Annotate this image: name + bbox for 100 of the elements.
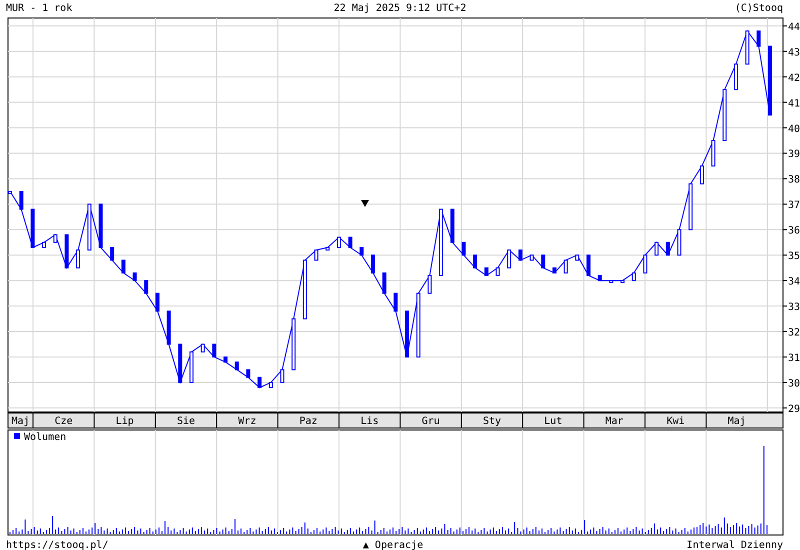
axis-tick-label: 29: [788, 404, 800, 415]
price-candle: [121, 260, 126, 274]
price-candle: [314, 250, 318, 261]
price-candle: [302, 260, 307, 320]
source-url[interactable]: https://stooq.pl/: [6, 540, 108, 550]
axis-tick-label: 38: [788, 174, 800, 186]
price-candle: [30, 208, 35, 248]
price-candle: [756, 30, 761, 47]
axis-tick-label: Cze: [54, 416, 73, 427]
axis-tick-label: 35: [788, 251, 800, 262]
timestamp: 22 Maj 2025 9:12 UTC+2: [334, 3, 466, 14]
price-candle: [178, 344, 182, 383]
axis-tick-label: Sty: [482, 416, 502, 427]
axis-tick-label: Sie: [176, 416, 196, 427]
price-candle: [450, 208, 454, 243]
price-candle: [666, 242, 670, 256]
price-candle: [518, 250, 522, 261]
price-candle: [734, 64, 738, 90]
axis-tick-label: Maj: [11, 416, 30, 427]
price-candle: [200, 344, 205, 352]
price-candle: [370, 254, 375, 274]
price-candle: [234, 362, 239, 370]
price-candle: [258, 376, 262, 388]
interval-label: Interwal Dzienny: [686, 540, 783, 550]
axis-tick-label: Wrz: [238, 416, 256, 427]
price-candle: [336, 236, 341, 248]
axis-tick-label: Mar: [605, 416, 624, 427]
price-candle: [609, 280, 614, 284]
axis-tick-label: 44: [788, 22, 800, 33]
price-candle: [326, 246, 330, 251]
price-candle: [246, 369, 250, 378]
axis-tick-label: 34: [788, 276, 800, 288]
axis-tick-label: Lip: [116, 416, 134, 427]
price-candle: [19, 190, 24, 210]
axis-tick-label: Lis: [360, 416, 379, 427]
axis-tick-label: 39: [788, 149, 800, 160]
price-candle: [552, 267, 556, 274]
price-candle: [745, 30, 750, 65]
axis-tick-label: Kwi: [666, 416, 685, 427]
price-candle: [654, 242, 659, 256]
price-candle: [280, 369, 284, 383]
price-candle: [405, 310, 410, 358]
price-candle: [416, 292, 420, 358]
price-candle: [348, 236, 352, 248]
axis-tick-label: 41: [788, 98, 800, 110]
price-candle: [768, 46, 772, 116]
price-candle: [439, 208, 444, 276]
operations-link[interactable]: ▲ Operacje: [362, 540, 424, 550]
axis-tick-label: 33: [788, 302, 800, 314]
axis-tick-label: 43: [788, 47, 800, 58]
price-candle: [87, 204, 92, 251]
price-candle: [677, 229, 682, 256]
price-candle: [8, 190, 12, 194]
price-candle: [224, 356, 228, 363]
price-candle: [541, 254, 546, 268]
price-candle: [42, 242, 46, 248]
price-candle: [643, 254, 648, 274]
axis-tick-label: 40: [788, 124, 800, 135]
copyright: (C)Stooq: [734, 3, 783, 14]
axis-tick-label: Gru: [422, 416, 440, 427]
axis-tick-label: Lut: [544, 416, 562, 427]
price-candle: [394, 292, 398, 312]
price-candle: [484, 267, 488, 276]
price-candle: [688, 183, 693, 230]
price-candle: [382, 272, 386, 294]
price-candle: [64, 234, 69, 268]
axis-tick-label: 42: [788, 72, 800, 84]
price-candle: [598, 275, 602, 282]
price-candle: [507, 250, 512, 268]
price-candle: [155, 292, 160, 312]
price-candle: [564, 260, 568, 274]
price-candle: [166, 310, 171, 345]
legend-swatch-icon: [14, 433, 20, 439]
price-candle: [575, 254, 580, 261]
price-candle: [428, 275, 432, 294]
price-candle: [632, 272, 636, 282]
axis-tick-label: Maj: [728, 416, 746, 427]
axis-tick-label: 31: [788, 353, 800, 364]
axis-tick-label: 36: [788, 226, 800, 237]
operation-marker-icon: [361, 200, 369, 207]
price-candle: [268, 382, 273, 388]
legend-label: Wolumen: [24, 432, 66, 443]
chart-title: MUR - 1 rok: [6, 3, 72, 14]
price-candle: [144, 280, 148, 294]
price-candle: [530, 254, 534, 261]
axis-tick-label: Paz: [299, 416, 318, 427]
price-candle: [76, 250, 80, 268]
price-candle: [620, 280, 625, 284]
price-candle: [110, 246, 114, 261]
price-candle: [292, 318, 296, 370]
price-candle: [711, 140, 716, 166]
axis-tick-label: 37: [788, 200, 800, 212]
price-candle: [212, 344, 216, 358]
price-candle: [53, 234, 58, 243]
price-candle: [190, 351, 194, 383]
axis-tick-label: 32: [788, 328, 800, 339]
price-candle: [462, 242, 466, 256]
price-candle: [132, 272, 137, 282]
price-candle: [700, 165, 704, 184]
price-candle: [360, 246, 364, 256]
